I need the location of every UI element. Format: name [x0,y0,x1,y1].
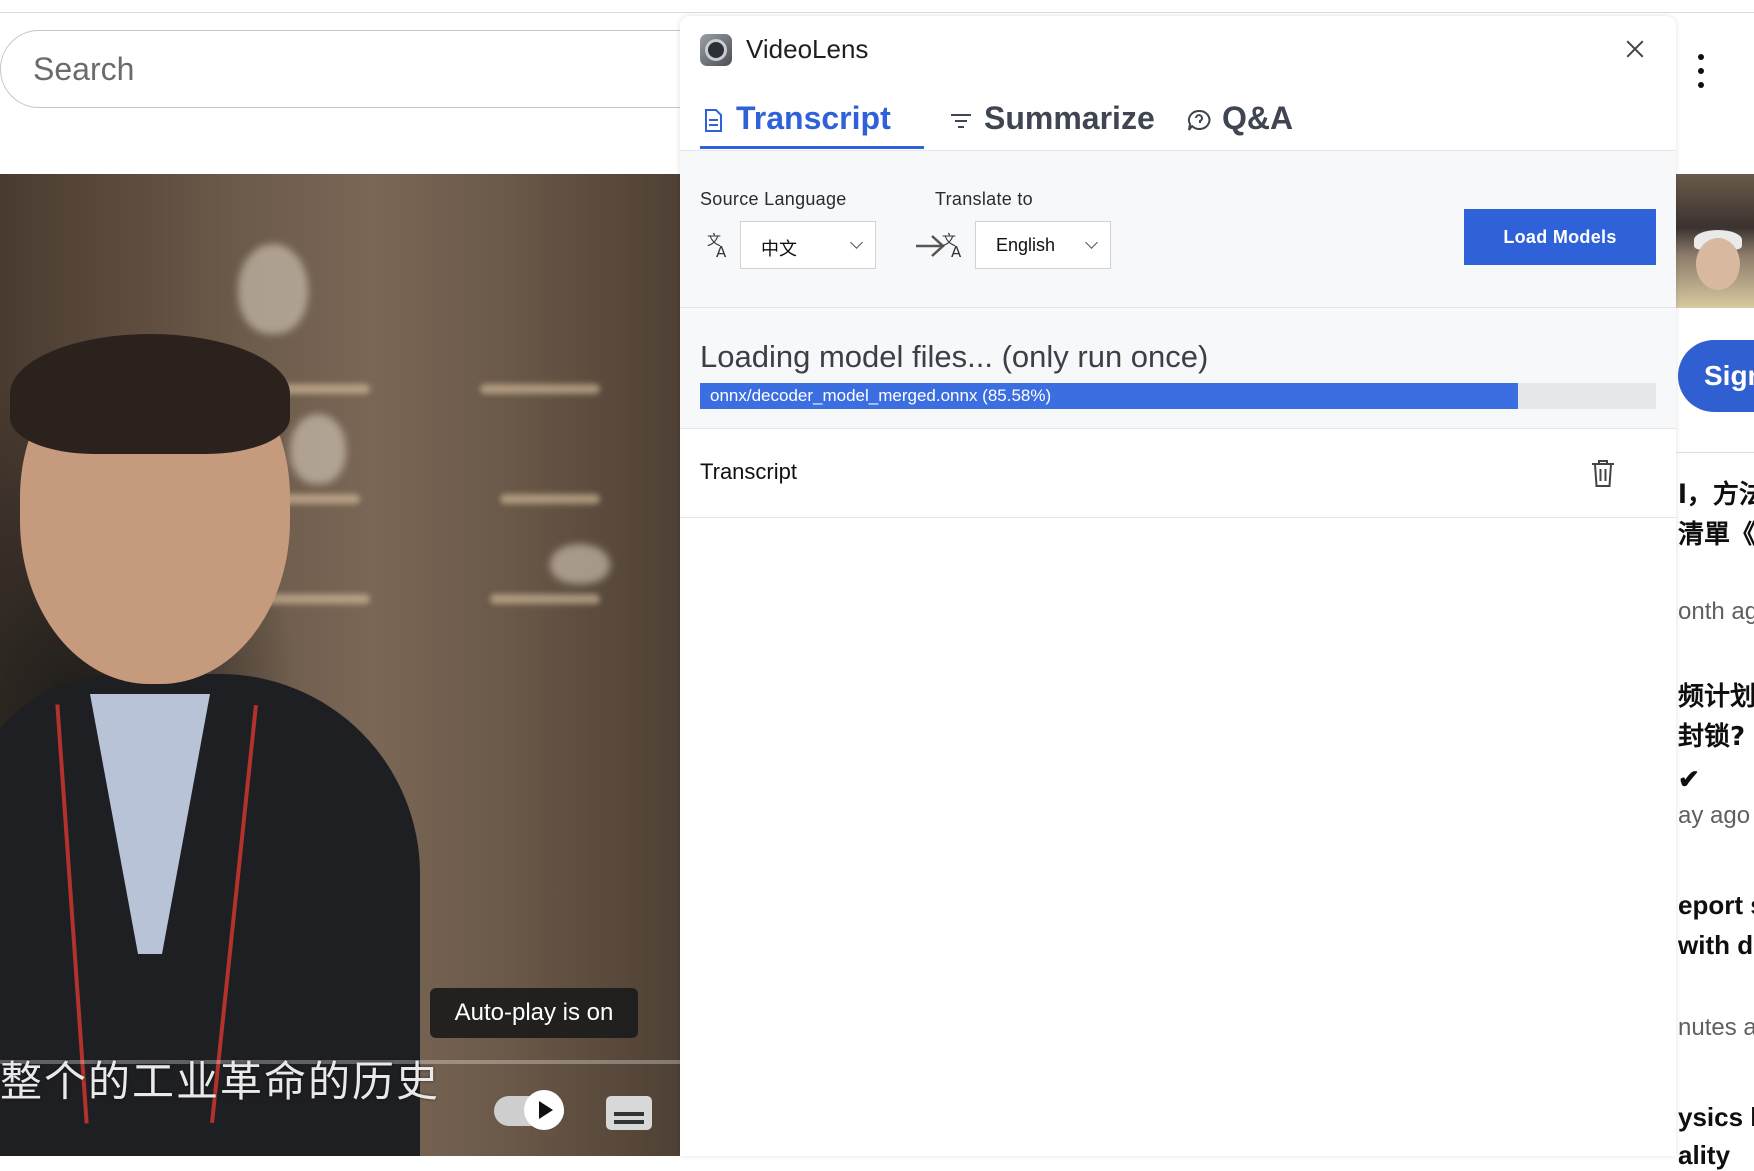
loading-status-title: Loading model files... (only run once) [700,339,1209,374]
autoplay-toggle[interactable] [494,1090,564,1130]
more-options-icon[interactable] [1688,52,1714,92]
background-vase [238,244,308,334]
videolens-logo-icon [700,34,732,66]
search-placeholder: Search [33,51,135,87]
chat-question-icon [1187,109,1211,131]
sidebar-item-meta: ay ago [1678,802,1751,829]
tab-summarize[interactable]: Summarize [948,94,1155,146]
close-icon[interactable] [1620,34,1650,64]
svg-text:A: A [716,243,727,261]
videolens-panel: VideoLens Transcript Summarize Q&A Sourc… [680,16,1676,1156]
panel-title: VideoLens [746,34,869,64]
sign-in-button[interactable]: Sign [1678,340,1754,412]
background-shelf [480,384,600,394]
source-language-value: 中文 [761,239,797,259]
sidebar-item-title[interactable]: l，方法 [1678,474,1754,511]
sidebar-divider [1676,452,1754,453]
chevron-down-icon [850,236,863,249]
chevron-down-icon [1085,236,1098,249]
sidebar-item-title[interactable]: with dis [1678,930,1754,961]
sidebar-item-title[interactable]: 频计划 [1678,676,1754,713]
video-subtitle: 整个的工业革命的历史 [0,1057,441,1106]
recommended-thumbnail[interactable] [1676,174,1754,308]
video-player[interactable]: Auto-play is on 整个的工业革命的历史 [0,174,680,1156]
active-tab-indicator [700,146,924,149]
tab-transcript[interactable]: Transcript [700,94,924,146]
captions-icon[interactable] [606,1096,652,1130]
sidebar-item-meta: onth ag [1678,598,1754,625]
transcript-section-title: Transcript [700,459,797,484]
transcript-section-header: Transcript [680,428,1676,518]
tab-label: Summarize [984,100,1155,136]
verified-icon: ✔ [1678,764,1700,794]
tab-label: Q&A [1222,100,1294,136]
tab-label: Transcript [736,100,891,136]
trash-icon[interactable] [1590,457,1616,489]
speaker-hair [10,334,290,454]
translate-to-label: Translate to [935,189,1033,209]
progress-file-text: onnx/decoder_model_merged.onnx (85.58%) [710,386,1052,405]
translate-icon: 文 A [707,233,727,261]
sidebar-item-title[interactable]: 清單《努 [1678,514,1754,551]
autoplay-tooltip: Auto-play is on [430,988,638,1038]
browser-top-edge [0,0,1754,13]
tab-qa[interactable]: Q&A [1186,94,1306,146]
background-shelf [500,494,600,504]
sidebar-item-title[interactable]: eport s [1678,890,1754,921]
search-input[interactable]: Search [0,30,760,108]
svg-text:A: A [951,243,962,261]
speaker-figure [0,334,420,1156]
document-icon [705,109,722,132]
background-shelf [490,594,600,604]
language-settings: Source Language 文 A 中文 Translate to 文 A … [680,150,1676,429]
filter-icon [951,114,971,128]
play-icon [524,1090,564,1130]
model-loading-progress-bar: onnx/decoder_model_merged.onnx (85.58%) [700,383,1656,409]
load-models-button[interactable]: Load Models [1464,209,1656,265]
translate-icon: 文 A [942,233,962,261]
sidebar-item-title[interactable]: ysics l [1678,1102,1754,1133]
source-language-label: Source Language [700,189,847,209]
target-language-value: English [996,235,1056,255]
sidebar-item-title[interactable]: 封锁? [1678,716,1745,753]
section-divider [680,307,1676,308]
target-language-select[interactable]: English [975,221,1111,269]
source-language-select[interactable]: 中文 [740,221,876,269]
thumbnail-face [1696,238,1740,290]
panel-header: VideoLens Transcript Summarize Q&A [680,16,1676,150]
sidebar-item-meta: nutes ag [1678,1014,1754,1041]
background-vase [550,544,610,584]
